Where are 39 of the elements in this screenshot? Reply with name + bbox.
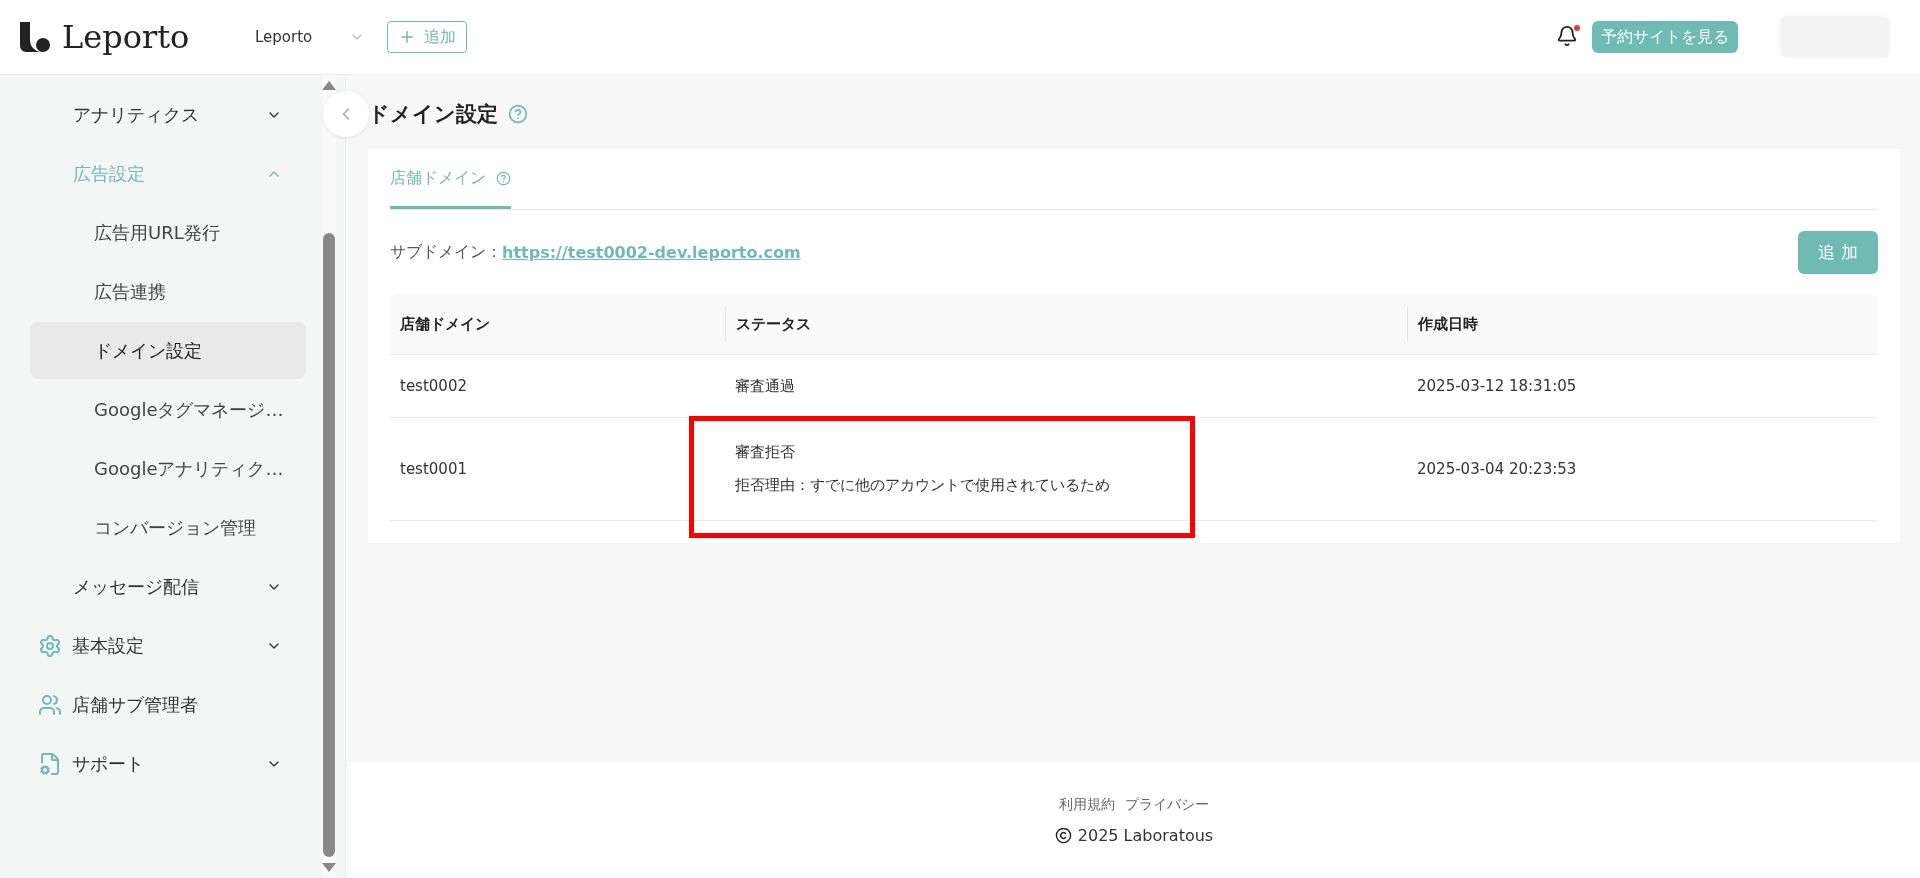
sidebar-subitem[interactable]: Googleタグマネージ…	[30, 381, 306, 438]
sidebar-item[interactable]: 店舗サブ管理者	[72, 692, 282, 717]
column-header: 作成日時	[1407, 306, 1878, 342]
copyright-text: 2025 Laboratous	[1077, 825, 1214, 845]
table-cell-text: test0002	[399, 376, 468, 397]
sidebar-subitem[interactable]: 広告連携	[30, 263, 306, 320]
help-icon[interactable]	[496, 171, 511, 186]
column-header: ステータス	[725, 306, 1407, 342]
store-select[interactable]: Leporto	[255, 28, 365, 46]
page-title: ドメイン設定	[368, 101, 498, 128]
scroll-down-icon[interactable]	[322, 863, 336, 872]
sidebar-subitem[interactable]: Googleアナリティク…	[30, 440, 306, 497]
sidebar-subitem[interactable]: ドメイン設定	[30, 322, 306, 379]
sidebar-subitem[interactable]: コンバージョン管理	[30, 499, 306, 556]
footer-link[interactable]: プライバシー	[1125, 795, 1209, 814]
bell-icon[interactable]	[1556, 25, 1578, 47]
rejection-reason: 拒否理由：すでに他のアカウントで使用されているため	[735, 476, 1111, 495]
logo-mark-icon	[20, 22, 50, 52]
users-icon	[38, 692, 62, 717]
logo-text[interactable]: Leporto	[62, 18, 190, 56]
plus-icon	[398, 28, 416, 46]
footer-link[interactable]: 利用規約	[1059, 795, 1115, 814]
document-gear-icon	[38, 751, 62, 776]
help-icon[interactable]	[508, 104, 528, 124]
table-cell-text: test0001	[399, 459, 468, 480]
sidebar-item[interactable]: 基本設定	[72, 633, 256, 658]
copyright-icon	[1054, 826, 1072, 844]
status-text: 審査拒否	[735, 443, 796, 462]
sidebar-subitem[interactable]: 広告用URL発行	[30, 204, 306, 261]
column-header: 店舗ドメイン	[399, 313, 491, 335]
table-cell-text: 2025-03-04 20:23:53	[1416, 459, 1578, 480]
gear-icon	[38, 633, 62, 658]
sidebar-item[interactable]: サポート	[72, 751, 256, 776]
status-text: 審査通過	[735, 376, 796, 396]
table-cell-text: 2025-03-12 18:31:05	[1416, 376, 1578, 397]
subdomain-label: サブドメイン：	[390, 241, 502, 263]
sidebar-item[interactable]: アナリティクス	[0, 85, 318, 144]
sidebar-item[interactable]: メッセージ配信	[0, 557, 318, 616]
scrollbar-thumb[interactable]	[323, 233, 335, 857]
